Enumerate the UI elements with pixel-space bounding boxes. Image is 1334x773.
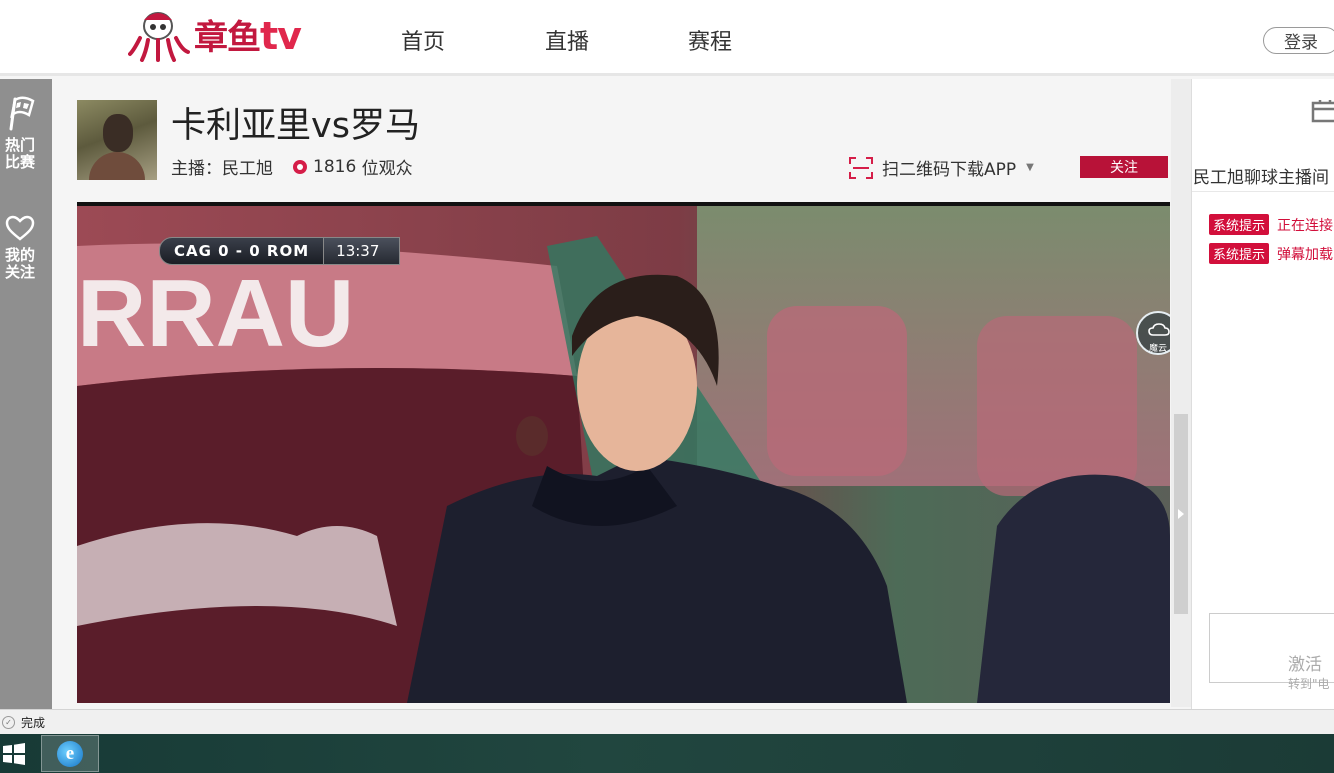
chat-room-title: 民工旭聊球主播间 (1193, 168, 1329, 188)
taskbar-ie-button[interactable]: e (41, 735, 99, 772)
chat-message: 系统提示 正在连接 (1209, 214, 1333, 235)
sidebar-item-label: 我的关注 (4, 246, 35, 281)
chat-message: 系统提示 弹幕加载 (1209, 243, 1333, 264)
chevron-down-icon: ▼ (1026, 162, 1034, 173)
logo-text: 章鱼tv (194, 13, 302, 58)
system-tag: 系统提示 (1209, 214, 1270, 235)
sidebar-item-hot-matches[interactable]: 热门比赛 (0, 95, 40, 171)
system-tag: 系统提示 (1209, 243, 1270, 264)
qr-label: 扫二维码下载APP (882, 160, 1017, 180)
message-text: 正在连接 (1277, 217, 1334, 234)
watermark-label: 魔云 (1148, 344, 1167, 354)
site-logo[interactable]: 章鱼tv (128, 4, 302, 64)
viewer-suffix: 位观众 (361, 159, 413, 179)
login-button[interactable]: 登录 (1263, 27, 1334, 54)
video-frame: RRAU (77, 206, 1170, 703)
score-teams: CAG 0 - 0 ROM (159, 237, 325, 265)
nav-live[interactable]: 直播 (545, 24, 589, 56)
heart-icon (5, 215, 35, 241)
left-sidebar: 热门比赛 我的关注 (0, 79, 52, 709)
chat-panel: 民工旭聊球主播间 系统提示 正在连接 系统提示 弹幕加载 激活 转到"电 (1191, 79, 1334, 709)
host-avatar[interactable] (77, 100, 157, 180)
score-overlay: CAG 0 - 0 ROM 13:37 (159, 237, 401, 265)
viewer-count: 1816 位观众 (293, 154, 413, 179)
activate-text: 激活 (1288, 655, 1322, 675)
internet-explorer-icon: e (57, 740, 83, 767)
octopus-mascot-icon (128, 12, 190, 62)
sidebar-item-label: 热门比赛 (4, 136, 35, 171)
follow-button[interactable]: 关注 (1080, 156, 1168, 178)
nav-home[interactable]: 首页 (401, 24, 445, 56)
mobile-icon[interactable] (1310, 97, 1334, 134)
flag-icon (9, 96, 35, 131)
sidebar-item-my-follows[interactable]: 我的关注 (0, 215, 40, 281)
host-name: 主播：民工旭 (171, 159, 273, 179)
qr-scan-icon (849, 156, 873, 179)
browser-status-bar: ✓ 完成 (0, 709, 1334, 735)
message-text: 弹幕加载 (1277, 246, 1334, 263)
qr-download[interactable]: 扫二维码下载APP ▼ (849, 155, 1034, 180)
status-text: 完成 (21, 716, 46, 730)
windows-start-icon[interactable] (2, 742, 26, 766)
chevron-right-icon (1178, 509, 1184, 519)
match-clock: 13:37 (324, 237, 401, 265)
divider (1192, 191, 1334, 192)
os-taskbar: e (0, 734, 1334, 773)
viewer-number: 1816 (313, 156, 357, 177)
stadium-banner-text: RRAU (77, 260, 354, 367)
video-player[interactable]: RRAU CAG 0 - 0 ROM 13:37 魔云 (77, 202, 1170, 703)
nav-schedule[interactable]: 赛程 (688, 24, 732, 56)
eye-icon (293, 159, 307, 174)
activate-subtext: 转到"电 (1288, 677, 1330, 691)
panel-collapse-bar[interactable] (1171, 79, 1191, 707)
check-icon: ✓ (2, 716, 15, 729)
activate-box[interactable]: 激活 转到"电 (1209, 613, 1334, 691)
room-title: 卡利亚里vs罗马 (171, 106, 420, 146)
top-header: 章鱼tv 首页 直播 赛程 登录 (0, 0, 1334, 76)
cloud-icon (1148, 323, 1170, 336)
